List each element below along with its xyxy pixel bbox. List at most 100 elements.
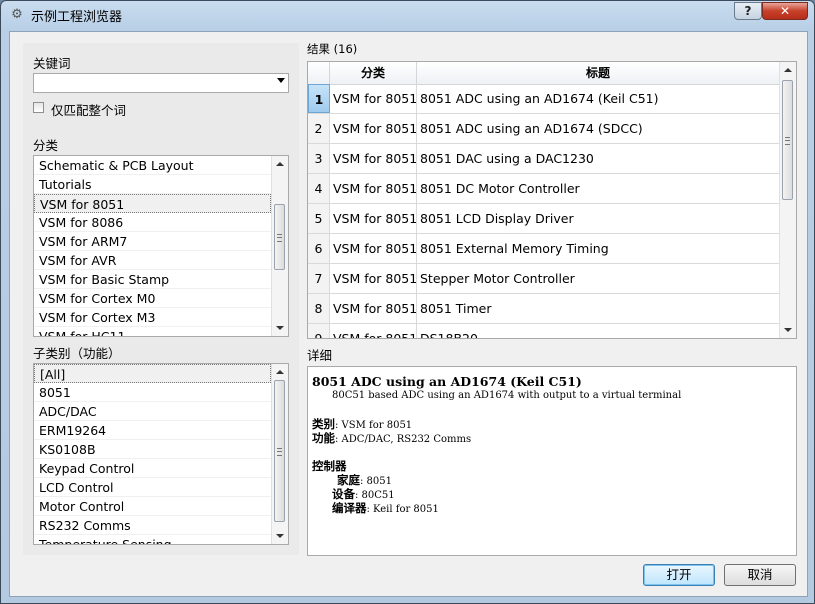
title-cell: 8051 LCD Display Driver	[417, 204, 780, 233]
table-row[interactable]: 7 VSM for 8051 Stepper Motor Controller	[308, 264, 780, 294]
keyword-combobox[interactable]	[33, 73, 289, 93]
subcategory-item[interactable]: Temperature Sensing	[34, 535, 271, 544]
detail-label: 详细	[307, 348, 333, 363]
category-cell: VSM for 8051	[330, 174, 417, 203]
subcategory-listbox[interactable]: [All] 8051 ADC/DAC ERM19264 KS0108B Keypad Co…	[33, 363, 289, 545]
category-cell: VSM for 8051	[330, 84, 417, 113]
table-row[interactable]: 2 VSM for 8051 8051 ADC using an AD1674 (S…	[308, 114, 780, 144]
detail-compiler-key: 编译器	[332, 501, 367, 515]
subcategory-item[interactable]: 8051	[34, 383, 271, 402]
category-cell: VSM for 8051	[330, 294, 417, 323]
title-cell: Stepper Motor Controller	[417, 264, 780, 293]
scroll-down-icon[interactable]	[276, 326, 284, 330]
category-item[interactable]: VSM for Cortex M0	[34, 289, 271, 308]
title-cell: 8051 ADC using an AD1674 (SDCC)	[417, 114, 780, 143]
scroll-down-icon[interactable]	[784, 328, 792, 332]
title-cell: DS18B20	[417, 324, 780, 338]
open-button[interactable]: 打开	[643, 564, 715, 586]
window-title: 示例工程浏览器	[31, 10, 123, 25]
row-number-cell: 1	[308, 84, 330, 113]
table-row[interactable]: 6 VSM for 8051 8051 External Memory Timing	[308, 234, 780, 264]
title-cell: 8051 DC Motor Controller	[417, 174, 780, 203]
detail-category-key: 类别	[312, 417, 335, 431]
row-number-cell: 2	[308, 114, 330, 143]
scroll-up-icon[interactable]	[784, 68, 792, 72]
detail-title: 8051 ADC using an AD1674 (Keil C51)	[312, 374, 582, 389]
table-row[interactable]: 4 VSM for 8051 8051 DC Motor Controller	[308, 174, 780, 204]
category-item[interactable]: VSM for 8051	[34, 194, 271, 213]
whole-word-checkbox[interactable]	[33, 102, 44, 113]
row-number-cell: 5	[308, 204, 330, 233]
column-header-category[interactable]: 分类	[330, 62, 417, 84]
subcategory-item[interactable]: [All]	[34, 364, 271, 383]
subcategory-list: [All] 8051 ADC/DAC ERM19264 KS0108B Keypad Co…	[34, 364, 271, 544]
detail-compiler-value: : Keil for 8051	[366, 504, 439, 515]
title-cell: 8051 ADC using an AD1674 (Keil C51)	[417, 84, 780, 113]
subcategory-item[interactable]: LCD Control	[34, 478, 271, 497]
category-cell: VSM for 8051	[330, 234, 417, 263]
subcategory-item[interactable]: Motor Control	[34, 497, 271, 516]
client-area: 关键词 仅匹配整个词 分类 Schematic & PCB Layout Tuto…	[9, 31, 808, 597]
category-item[interactable]: VSM for Basic Stamp	[34, 270, 271, 289]
row-number-cell: 6	[308, 234, 330, 263]
detail-description: 80C51 based ADC using an AD1674 with out…	[332, 390, 682, 401]
scroll-thumb[interactable]	[274, 204, 285, 270]
row-number-header	[308, 62, 330, 84]
category-item[interactable]: VSM for Cortex M3	[34, 308, 271, 327]
subcategory-label: 子类别（功能）	[33, 346, 121, 361]
category-list: Schematic & PCB Layout Tutorials VSM for 8…	[34, 156, 271, 336]
title-cell: 8051 Timer	[417, 294, 780, 323]
category-item[interactable]: VSM for AVR	[34, 251, 271, 270]
category-item[interactable]: Tutorials	[34, 175, 271, 194]
detail-controller-key: 控制器	[312, 459, 347, 473]
scroll-down-icon[interactable]	[276, 534, 284, 538]
category-scrollbar[interactable]	[271, 156, 288, 336]
category-cell: VSM for 8051	[330, 114, 417, 143]
subcategory-item[interactable]: ADC/DAC	[34, 402, 271, 421]
close-button[interactable]: ✕	[762, 2, 808, 20]
row-number-cell: 9	[308, 324, 330, 338]
subcategory-item[interactable]: ERM19264	[34, 421, 271, 440]
title-bar[interactable]: ⚙ 示例工程浏览器 ? ✕	[1, 1, 814, 29]
keyword-label: 关键词	[33, 56, 71, 71]
table-row[interactable]: 8 VSM for 8051 8051 Timer	[308, 294, 780, 324]
results-table[interactable]: 分类 标题 1 VSM for 8051 8051 ADC using an AD1…	[307, 61, 797, 339]
scroll-up-icon[interactable]	[276, 370, 284, 374]
category-item[interactable]: Schematic & PCB Layout	[34, 156, 271, 175]
category-cell: VSM for 8051	[330, 264, 417, 293]
row-number-cell: 7	[308, 264, 330, 293]
detail-panel: 8051 ADC using an AD1674 (Keil C51) 80C5…	[307, 366, 797, 556]
category-cell: VSM for 8051	[330, 204, 417, 233]
category-item[interactable]: VSM for ARM7	[34, 232, 271, 251]
subcategory-scrollbar[interactable]	[271, 364, 288, 544]
category-item[interactable]: VSM for 8086	[34, 213, 271, 232]
category-item[interactable]: VSM for HC11	[34, 327, 271, 336]
table-row[interactable]: 5 VSM for 8051 8051 LCD Display Driver	[308, 204, 780, 234]
scroll-up-icon[interactable]	[276, 162, 284, 166]
detail-compiler-line: 编译器: Keil for 8051	[332, 500, 439, 516]
category-listbox[interactable]: Schematic & PCB Layout Tutorials VSM for 8…	[33, 155, 289, 337]
detail-function-value: : ADC/DAC, RS232 Comms	[335, 434, 472, 445]
help-button[interactable]: ?	[734, 2, 762, 20]
table-row[interactable]: 3 VSM for 8051 8051 DAC using a DAC1230	[308, 144, 780, 174]
row-number-cell: 4	[308, 174, 330, 203]
detail-function-key: 功能	[312, 431, 335, 445]
row-number-cell: 8	[308, 294, 330, 323]
cancel-button[interactable]: 取消	[724, 564, 796, 586]
dialog-window: ⚙ 示例工程浏览器 ? ✕ 关键词 仅匹配整个词 分类 Schematic & …	[0, 0, 815, 604]
scroll-thumb[interactable]	[782, 80, 793, 200]
subcategory-item[interactable]: Keypad Control	[34, 459, 271, 478]
row-number-cell: 3	[308, 144, 330, 173]
detail-family-key: 家庭	[337, 473, 360, 487]
whole-word-label: 仅匹配整个词	[51, 103, 127, 118]
title-cell: 8051 External Memory Timing	[417, 234, 780, 263]
results-scrollbar[interactable]	[779, 62, 796, 338]
subcategory-item[interactable]: RS232 Comms	[34, 516, 271, 535]
column-header-title[interactable]: 标题	[417, 62, 780, 84]
dropdown-arrow-icon[interactable]	[277, 78, 285, 83]
table-row[interactable]: 9 VSM for 8051 DS18B20	[308, 324, 780, 338]
scroll-thumb[interactable]	[274, 380, 285, 522]
table-row[interactable]: 1 VSM for 8051 8051 ADC using an AD1674 (K…	[308, 84, 780, 114]
subcategory-item[interactable]: KS0108B	[34, 440, 271, 459]
category-label: 分类	[33, 138, 59, 153]
